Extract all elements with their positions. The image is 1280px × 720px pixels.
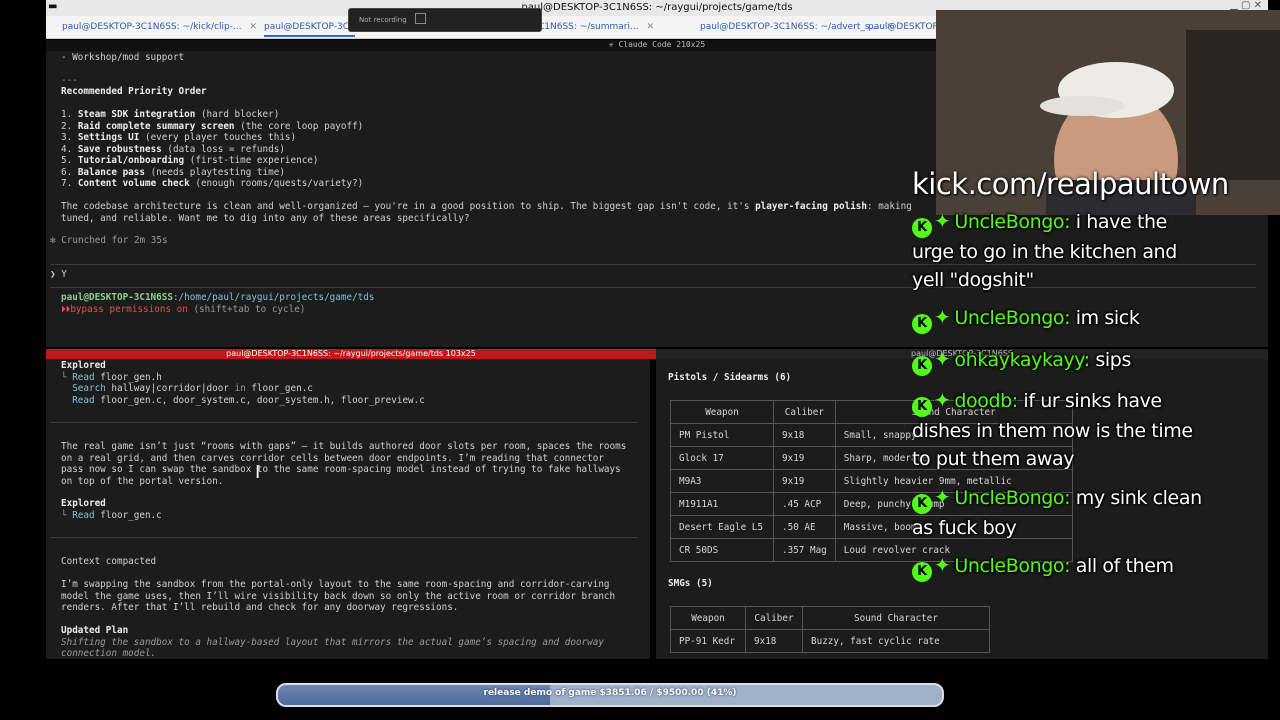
sparkle-icon: ✦ [934, 485, 951, 509]
compacted-notice: Context compacted [61, 556, 157, 567]
smgs-title: SMGs (5) [668, 578, 713, 589]
text-cursor-icon: I [255, 462, 261, 483]
kick-badge-icon: K [912, 356, 932, 376]
chat-message: K ✦ UncleBongo: all of them [912, 551, 1212, 582]
kick-badge-icon: K [912, 494, 932, 514]
summary-line: The codebase architecture is clean and w… [61, 201, 912, 212]
goal-label: release demo of game $3851.06 / $9500.00… [483, 688, 737, 698]
column-header: Sound Character [802, 606, 990, 630]
crunched-status: ✻ Crunched for 2m 35s [50, 235, 168, 246]
tab-4[interactable]: paul@DESKTOP-3C1N6SS: ~/advert_s... ✕ [700, 22, 894, 32]
close-icon[interactable]: ✕ [250, 22, 258, 32]
kick-badge-icon: K [912, 314, 932, 334]
left-terminal-pane[interactable]: Explored └ Read floor_gen.h Search hallw… [46, 359, 650, 659]
kick-badge-icon: K [912, 562, 932, 582]
table-header-row: Weapon Caliber Sound Character [670, 606, 990, 630]
column-header: Weapon [670, 400, 774, 424]
message-line: renders. After that I’ll rebuild and che… [61, 602, 459, 613]
chat-message: K ✦ doodb: if ur sinks have dishes in them… [912, 388, 1193, 470]
sparkle-icon: ✦ [934, 388, 951, 412]
chat-message: K ✦ UncleBongo: my sink clean as fuck boy [912, 485, 1202, 539]
column-header: Caliber [745, 606, 803, 630]
message-line: pass now so I can swap the sandbox to th… [61, 464, 621, 475]
pistols-title: Pistols / Sidearms (6) [668, 372, 792, 383]
plan-title: Updated Plan [61, 625, 129, 636]
permissions-status: ⏵⏵bypass permissions on (shift+tab to cy… [61, 303, 306, 315]
chat-message: K ✦ UncleBongo: im sick [912, 303, 1212, 334]
chat-message: K ✦ UncleBongo: i have the urge to go in t… [912, 209, 1177, 291]
message-line: I’m swapping the sandbox from the portal… [61, 579, 610, 590]
kick-badge-icon: K [912, 397, 932, 417]
table-row: PP-91 Kedr 9x18 Buzzy, fast cyclic rate [670, 629, 990, 653]
smgs-table: Weapon Caliber Sound Character PP-91 Ked… [670, 606, 990, 653]
sparkle-icon: ✦ [934, 553, 951, 577]
explored-heading: Explored [61, 498, 106, 509]
kick-url: kick.com/realpaultown [912, 167, 1229, 201]
message-line: model the game uses, then I’ll wire visi… [61, 590, 616, 602]
message-line: on top of the portal version. [61, 475, 224, 487]
tab-2[interactable]: paul@DESKTOP-3C1 [264, 22, 355, 37]
divider [50, 422, 638, 423]
plan-line: connection model. [61, 648, 157, 659]
explored-heading: Explored [61, 360, 106, 371]
priority-item: 3. Settings UI (every player touches thi… [61, 132, 297, 143]
tool-call: └ Read floor_gen.h [61, 371, 162, 383]
left-pane-header[interactable]: paul@DESKTOP-3C1N6SS: ~/raygui/projects/… [46, 349, 656, 359]
divider [50, 537, 638, 538]
recording-indicator: Not recording [348, 8, 542, 32]
divider-dashes: --- [61, 75, 78, 86]
chat-message: K ✦ ohkaykaykayy: sips [912, 345, 1212, 376]
tab-label: paul@DESKTOP-3C1N6SS: ~/advert_s... [700, 22, 879, 32]
workshop-line: - Workshop/mod support [61, 52, 185, 63]
tab-label: paul@DESKTOP-3C1 [264, 22, 355, 32]
message-line: on a real grid, and then carves corridor… [61, 452, 604, 464]
kick-badge-icon: K [912, 218, 932, 238]
tab-label: paul@DESKTOP-3C1N6SS: ~/kick/clip-... [62, 22, 242, 32]
sparkle-icon: ✦ [934, 347, 951, 371]
priority-item: 1. Steam SDK integration (hard blocker) [61, 109, 280, 120]
tab-label: C1N6SS: ~/summari... [538, 22, 639, 32]
tool-call: Read floor_gen.c, door_system.c, door_sy… [72, 394, 425, 406]
summary-line-2: tuned, and reliable. Want me to dig into… [61, 212, 470, 224]
plan-line: Shifting the sandbox to a hallway-based … [61, 636, 604, 648]
tool-call: Search hallway|corridor|door in floor_ge… [72, 383, 313, 394]
shell-prompt: paul@DESKTOP-3C1N6SS:/home/paul/raygui/p… [61, 292, 375, 303]
tab-1[interactable]: paul@DESKTOP-3C1N6SS: ~/kick/clip-... ✕ [62, 22, 257, 32]
column-header: Weapon [670, 606, 746, 630]
sparkle-icon: ✦ [934, 209, 951, 233]
priority-item: 2. Raid complete summary screen (the cor… [61, 120, 364, 132]
tab-3[interactable]: C1N6SS: ~/summari... ✕ [538, 22, 654, 32]
message-line: The real game isn’t just “rooms with gap… [61, 441, 627, 452]
column-header: Caliber [773, 400, 836, 424]
recording-status: Not recording [359, 16, 407, 24]
prompt-input[interactable]: ❯ Y [50, 269, 67, 281]
sparkle-icon: ✦ [934, 305, 951, 329]
bypass-icon: ⏵⏵ [61, 303, 71, 315]
priority-item: 6. Balance pass (needs playtesting time) [61, 166, 285, 178]
donation-goal-bar: release demo of game $3851.06 / $9500.00… [276, 683, 944, 707]
priority-heading: Recommended Priority Order [61, 86, 207, 97]
priority-item: 5. Tutorial/onboarding (first-time exper… [61, 155, 319, 166]
priority-item: 4. Save robustness (data loss = refunds) [61, 143, 285, 155]
priority-item: 7. Content volume check (enough rooms/qu… [61, 178, 364, 189]
close-icon[interactable]: ✕ [647, 22, 655, 32]
tool-call: └ Read floor_gen.c [61, 509, 162, 521]
record-button[interactable] [415, 13, 426, 24]
